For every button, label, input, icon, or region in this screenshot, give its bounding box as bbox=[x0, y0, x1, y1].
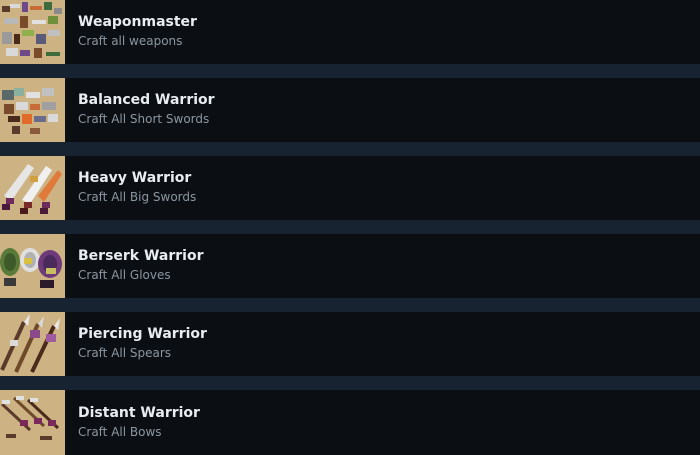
achievement-row-berserk-warrior[interactable]: Berserk Warrior Craft All Gloves bbox=[0, 234, 700, 298]
spears-icon bbox=[0, 312, 65, 376]
achievement-title: Balanced Warrior bbox=[78, 92, 215, 108]
achievement-description: Craft All Big Swords bbox=[78, 190, 197, 204]
bows-icon bbox=[0, 390, 65, 455]
achievement-list: Weaponmaster Craft all weapons Balanced … bbox=[0, 0, 700, 455]
achievement-text: Piercing Warrior Craft All Spears bbox=[66, 312, 207, 376]
achievement-row-distant-warrior[interactable]: Distant Warrior Craft All Bows bbox=[0, 390, 700, 455]
achievement-description: Craft All Bows bbox=[78, 424, 162, 439]
achievement-title: Berserk Warrior bbox=[78, 248, 204, 264]
achievement-description: Craft all weapons bbox=[78, 34, 183, 48]
weapons-icon bbox=[0, 0, 65, 64]
achievement-row-piercing-warrior[interactable]: Piercing Warrior Craft All Spears bbox=[0, 312, 700, 376]
achievement-text: Berserk Warrior Craft All Gloves bbox=[66, 234, 204, 298]
achievement-description: Craft All Gloves bbox=[78, 268, 171, 282]
achievement-icon-frame bbox=[0, 0, 66, 64]
achievement-text: Distant Warrior Craft All Bows bbox=[66, 390, 200, 455]
achievement-row-weaponmaster[interactable]: Weaponmaster Craft all weapons bbox=[0, 0, 700, 64]
achievement-text: Heavy Warrior Craft All Big Swords bbox=[66, 156, 196, 220]
achievement-description: Craft All Short Swords bbox=[78, 112, 210, 126]
short-swords-icon bbox=[0, 78, 65, 142]
gloves-icon bbox=[0, 234, 65, 298]
achievement-icon-frame bbox=[0, 312, 66, 376]
achievement-icon-frame bbox=[0, 156, 66, 220]
achievement-title: Weaponmaster bbox=[78, 14, 197, 30]
achievement-icon-frame bbox=[0, 390, 66, 455]
big-swords-icon bbox=[0, 156, 65, 220]
achievement-row-balanced-warrior[interactable]: Balanced Warrior Craft All Short Swords bbox=[0, 78, 700, 142]
achievement-description: Craft All Spears bbox=[78, 346, 172, 360]
achievement-title: Piercing Warrior bbox=[78, 326, 207, 342]
achievement-icon-frame bbox=[0, 78, 66, 142]
achievement-row-heavy-warrior[interactable]: Heavy Warrior Craft All Big Swords bbox=[0, 156, 700, 220]
achievement-icon-frame bbox=[0, 234, 66, 298]
achievement-text: Weaponmaster Craft all weapons bbox=[66, 0, 197, 64]
achievement-title: Distant Warrior bbox=[78, 404, 200, 421]
achievement-title: Heavy Warrior bbox=[78, 170, 192, 186]
achievement-text: Balanced Warrior Craft All Short Swords bbox=[66, 78, 215, 142]
